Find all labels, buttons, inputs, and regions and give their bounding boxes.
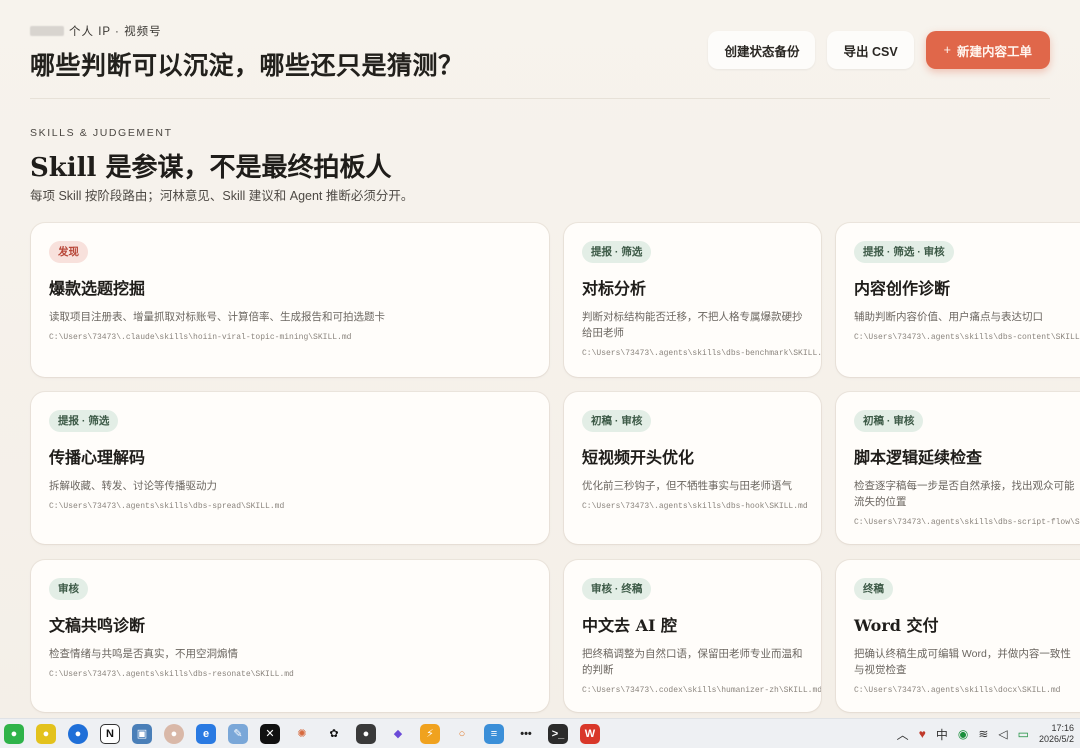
card-file-path: C:\Users\73473\.agents\skills\dbs-spread… xyxy=(49,502,285,511)
card-title: Word 交付 xyxy=(854,616,939,635)
card-file-path: C:\Users\73473\.agents\skills\dbs-benchm… xyxy=(582,349,821,358)
card-file-path: C:\Users\73473\.codex\skills\humanizer-z… xyxy=(582,686,821,695)
section-subtitle: 每项 Skill 按阶段路由；河林意见、Skill 建议和 Agent 推断必须… xyxy=(30,189,414,203)
stage-tag: 提报 · 筛选 xyxy=(49,410,119,432)
card-file-path: C:\Users\73473\.claude\skills\hoiin-vira… xyxy=(49,333,352,342)
skill-card[interactable]: 发现 爆款选题挖掘 读取项目注册表、增量抓取对标账号、计算倍率、生成报告和可拍选… xyxy=(31,223,549,377)
skill-card[interactable]: 提报 · 筛选 · 审核 内容创作诊断 辅助判断内容价值、用户痛点与表达切口 C… xyxy=(836,223,1080,377)
skill-card[interactable]: 初稿 · 审核 脚本逻辑延续检查 检查逐字稿每一步是否自然承接，找出观众可能流失… xyxy=(836,392,1080,544)
more-icon[interactable]: ••• xyxy=(516,724,536,744)
windows-taskbar: ● ● ● N ▣ ● e ✎ ✕ ✺ ✿ ● ◆ ⚡ ○ ≡ ••• >_ W… xyxy=(0,718,1080,748)
card-description: 检查情绪与共鸣是否真实，不用空洞煽情 xyxy=(49,648,238,660)
header-actions: 创建状态备份 导出 CSV + 新建内容工单 xyxy=(708,31,1050,69)
section-eyebrow: SKILLS & JUDGEMENT xyxy=(30,127,173,139)
card-title: 对标分析 xyxy=(582,279,647,298)
clock[interactable]: 17:16 2026/5/2 xyxy=(1039,723,1074,745)
terminal-icon[interactable]: >_ xyxy=(548,723,568,744)
stage-tag: 审核 xyxy=(49,578,88,600)
card-description: 判断对标结构能否迁移，不把人格专属爆款硬抄给田老师 xyxy=(582,311,803,339)
card-file-path: C:\Users\73473\.agents\skills\dbs-script… xyxy=(854,518,1080,527)
chevron-up-icon[interactable]: ︿ xyxy=(897,726,909,743)
stage-tag: 终稿 xyxy=(854,578,893,600)
stage-tag: 审核 · 终稿 xyxy=(582,578,652,600)
stage-tag: 发现 xyxy=(49,241,88,263)
clock-time: 17:16 xyxy=(1051,723,1074,733)
skill-card[interactable]: 审核 · 终稿 中文去 AI 腔 把终稿调整为自然口语，保留田老师专业而温和的判… xyxy=(564,560,821,712)
wps-icon[interactable]: W xyxy=(580,723,600,744)
image-viewer-icon[interactable]: ▣ xyxy=(132,723,152,744)
wifi-icon[interactable]: ≋ xyxy=(978,727,988,741)
redacted-name xyxy=(30,26,64,36)
stage-tag: 初稿 · 审核 xyxy=(582,410,652,432)
card-title: 脚本逻辑延续检查 xyxy=(854,448,983,467)
card-title: 中文去 AI 腔 xyxy=(582,616,678,635)
skill-card[interactable]: 初稿 · 审核 短视频开头优化 优化前三秒钩子，但不牺牲事实与田老师语气 C:\… xyxy=(564,392,821,544)
header-eyebrow: 个人 IP · 视频号 xyxy=(30,23,162,39)
volume-icon[interactable]: ◁ xyxy=(998,727,1007,741)
card-file-path: C:\Users\73473\.agents\skills\docx\SKILL… xyxy=(854,686,1061,695)
card-title: 内容创作诊断 xyxy=(854,279,951,298)
ring-app-icon[interactable]: ○ xyxy=(452,724,472,744)
notion-icon[interactable]: N xyxy=(100,723,120,744)
export-csv-button[interactable]: 导出 CSV xyxy=(827,31,914,69)
header-divider xyxy=(30,98,1050,99)
page-header: 个人 IP · 视频号 哪些判断可以沉淀，哪些还只是猜测？ 创建状态备份 导出 … xyxy=(30,20,1050,80)
flash-icon[interactable]: ⚡ xyxy=(420,723,440,744)
card-file-path: C:\Users\73473\.agents\skills\dbs-conten… xyxy=(854,333,1080,342)
page-title: 哪些判断可以沉淀，哪些还只是猜测？ xyxy=(30,51,464,80)
card-title: 传播心理解码 xyxy=(49,448,146,467)
card-file-path: C:\Users\73473\.agents\skills\dbs-resona… xyxy=(49,670,294,679)
card-title: 文稿共鸣诊断 xyxy=(49,616,146,635)
stage-tag: 提报 · 筛选 xyxy=(582,241,652,263)
plus-icon: + xyxy=(943,43,951,57)
claude-icon[interactable]: ✺ xyxy=(292,724,312,744)
skill-card[interactable]: 审核 文稿共鸣诊断 检查情绪与共鸣是否真实，不用空洞煽情 C:\Users\73… xyxy=(31,560,549,712)
taskbar-apps: ● ● ● N ▣ ● e ✎ ✕ ✺ ✿ ● ◆ ⚡ ○ ≡ ••• >_ W xyxy=(0,723,600,744)
ime-indicator[interactable]: 中 xyxy=(936,726,948,743)
new-ticket-label: 新建内容工单 xyxy=(956,44,1032,59)
app-yellow-icon[interactable]: ● xyxy=(36,723,56,744)
skill-card[interactable]: 终稿 Word 交付 把确认终稿生成可编辑 Word，并做内容一致性与视觉检查 … xyxy=(836,560,1080,712)
stage-tag: 初稿 · 审核 xyxy=(854,410,924,432)
header-eyebrow-text: 个人 IP · 视频号 xyxy=(69,26,162,38)
tray-app-icon[interactable]: ♥ xyxy=(919,727,926,741)
section-title: Skill 是参谋，不是最终拍板人 xyxy=(30,153,392,183)
card-title: 爆款选题挖掘 xyxy=(49,279,146,298)
create-backup-button[interactable]: 创建状态备份 xyxy=(708,31,816,69)
notepad-icon[interactable]: ≡ xyxy=(484,723,504,744)
system-tray: ︿ ♥ 中 ◉ ≋ ◁ ▭ 17:16 2026/5/2 xyxy=(897,719,1080,748)
card-file-path: C:\Users\73473\.agents\skills\dbs-hook\S… xyxy=(582,502,808,511)
feather-icon[interactable]: ✎ xyxy=(228,723,248,744)
wechat-icon[interactable]: ● xyxy=(4,723,24,744)
tray-green-icon[interactable]: ◉ xyxy=(958,727,968,741)
card-description: 把终稿调整为自然口语，保留田老师专业而温和的判断 xyxy=(582,648,803,676)
browser-icon[interactable]: ● xyxy=(68,723,88,744)
battery-icon[interactable]: ▭ xyxy=(1018,727,1029,741)
edge-icon[interactable]: e xyxy=(196,723,216,744)
github-icon[interactable]: ● xyxy=(356,723,376,744)
new-ticket-button[interactable]: + 新建内容工单 xyxy=(925,31,1050,69)
card-description: 优化前三秒钩子，但不牺牲事实与田老师语气 xyxy=(582,480,792,492)
avatar-app-icon[interactable]: ● xyxy=(164,723,184,744)
card-description: 读取项目注册表、增量抓取对标账号、计算倍率、生成报告和可拍选题卡 xyxy=(49,311,385,323)
card-description: 把确认终稿生成可编辑 Word，并做内容一致性与视觉检查 xyxy=(854,648,1071,676)
skill-card[interactable]: 提报 · 筛选 传播心理解码 拆解收藏、转发、讨论等传播驱动力 C:\Users… xyxy=(31,392,549,544)
card-description: 拆解收藏、转发、讨论等传播驱动力 xyxy=(49,480,217,492)
capcut-icon[interactable]: ✕ xyxy=(260,723,280,744)
card-description: 辅助判断内容价值、用户痛点与表达切口 xyxy=(854,311,1043,323)
chatgpt-icon[interactable]: ✿ xyxy=(324,724,344,744)
skill-card[interactable]: 提报 · 筛选 对标分析 判断对标结构能否迁移，不把人格专属爆款硬抄给田老师 C… xyxy=(564,223,821,377)
clock-date: 2026/5/2 xyxy=(1038,734,1074,744)
obsidian-icon[interactable]: ◆ xyxy=(388,724,408,744)
card-title: 短视频开头优化 xyxy=(582,448,695,467)
page: 个人 IP · 视频号 哪些判断可以沉淀，哪些还只是猜测？ 创建状态备份 导出 … xyxy=(0,0,1080,748)
card-description: 检查逐字稿每一步是否自然承接，找出观众可能流失的位置 xyxy=(854,480,1075,508)
stage-tag: 提报 · 筛选 · 审核 xyxy=(854,241,954,263)
